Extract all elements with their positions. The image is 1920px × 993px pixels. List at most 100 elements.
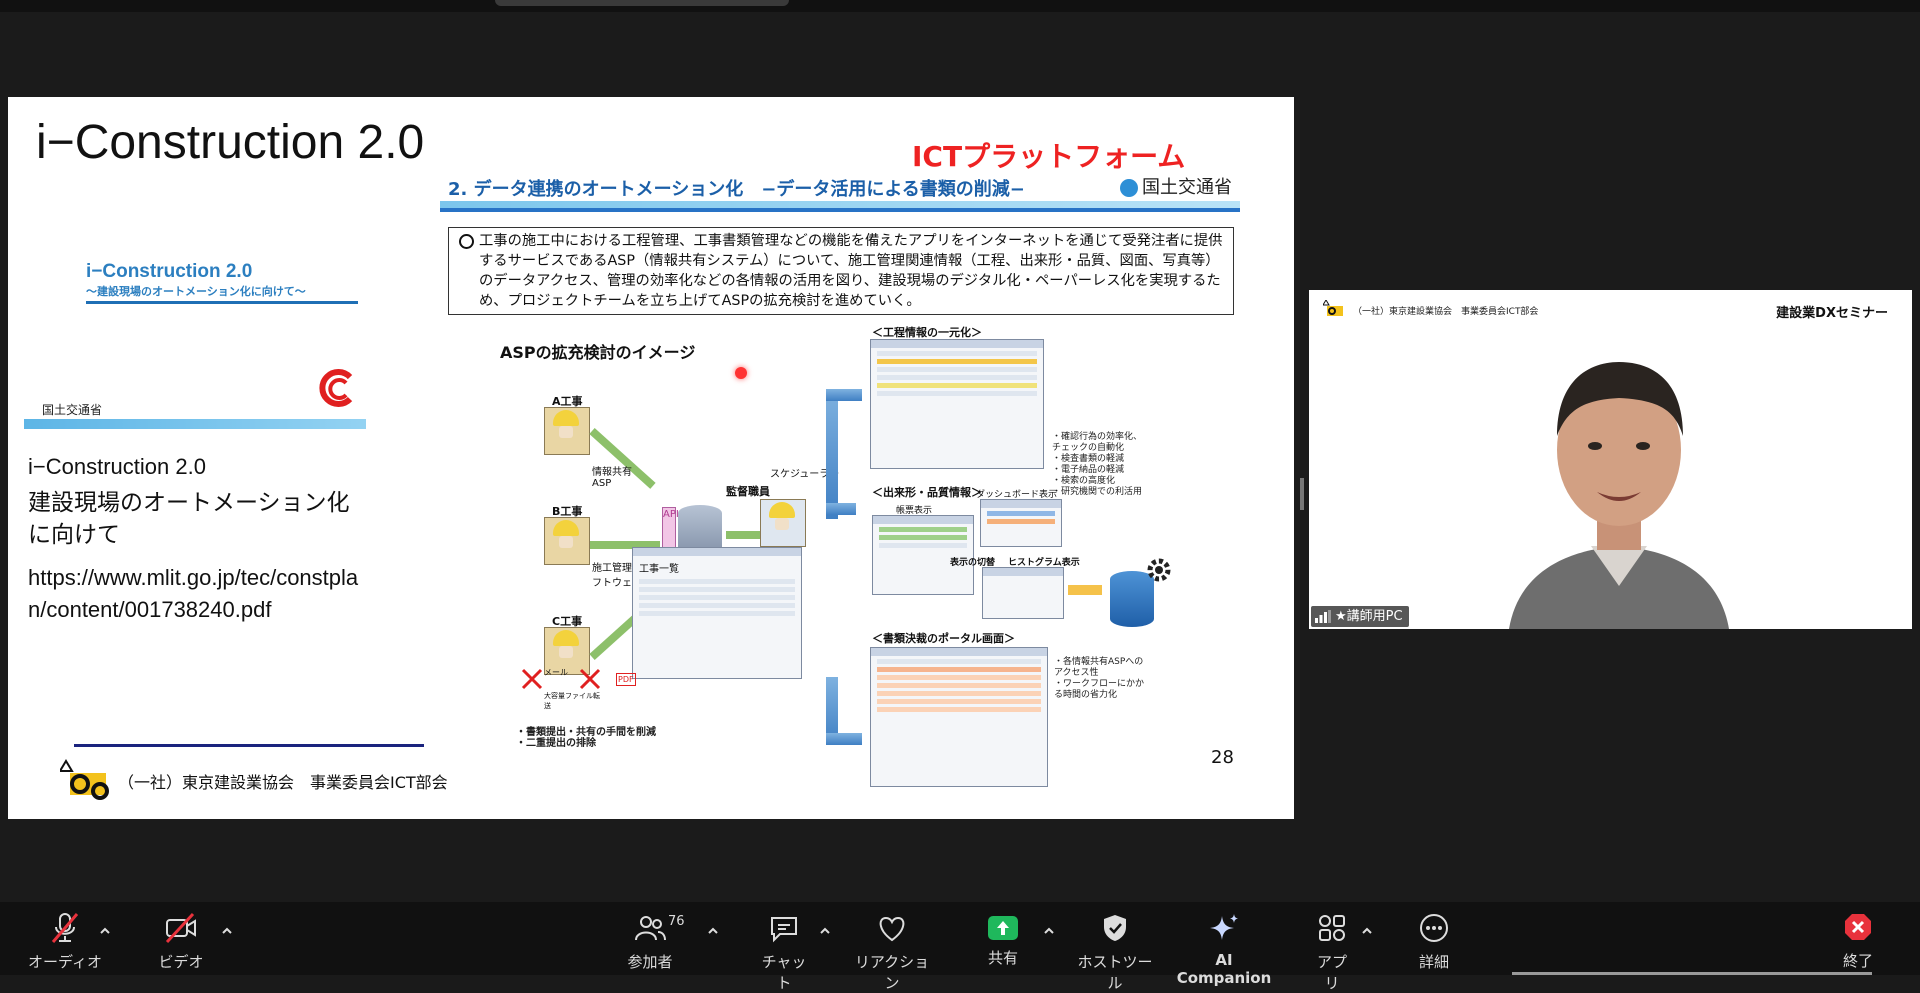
arrow-to-process <box>826 389 862 401</box>
process-label: ＜工程情報の一元化＞ <box>872 326 982 339</box>
mail-label: メール <box>544 668 568 677</box>
worker-b-icon <box>544 517 590 565</box>
flow-arrow-supervisor <box>726 531 762 539</box>
pdf-icon: PDF <box>616 673 636 686</box>
dashboard-screen <box>980 499 1062 547</box>
embedded-ministry: 国土交通省 <box>1120 173 1232 199</box>
sparkle-icon <box>1210 914 1238 940</box>
apps-icon <box>1319 915 1345 941</box>
document-subtitle: 建設現場のオートメーション化に向けて <box>28 490 350 548</box>
apps-label: アプリ <box>1316 953 1347 992</box>
end-meeting-button[interactable]: 終了 <box>1838 912 1878 971</box>
speaker-silhouette <box>1509 362 1729 629</box>
embedded-slide: ICTプラットフォーム 2. データ連携のオートメーション化 −データ活用による… <box>440 127 1250 807</box>
ict-platform-title: ICTプラットフォーム <box>912 140 1186 173</box>
info-text: 工事の施工中における工程管理、工事書類管理などの機能を備えたアプリをインターネッ… <box>479 233 1223 309</box>
participant-name: ★講師用PC <box>1335 609 1403 624</box>
participant-name-tag: ★講師用PC <box>1311 606 1409 627</box>
shield-icon <box>1104 915 1126 941</box>
ai-companion-label: AI Companion <box>1176 951 1272 987</box>
process-notes: ・確認行為の効率化、チェックの自動化 ・検査書類の軽減 ・電子納品の軽減 ・検索… <box>1052 432 1143 497</box>
footer-divider <box>74 744 424 747</box>
chat-icon <box>771 917 797 943</box>
video-background-org: （一社）東京建設業協会 事業委員会ICT部会 <box>1353 307 1539 317</box>
cover-title-line1: i−Construction 2.0 <box>86 261 253 282</box>
audio-label: オーディオ <box>28 953 102 971</box>
more-button[interactable]: 詳細 <box>1410 912 1458 972</box>
reactions-button[interactable]: リアクション <box>852 912 932 993</box>
participants-icon <box>635 916 666 941</box>
video-background-title: 建設業DXセミナー <box>1776 306 1888 321</box>
process-screen <box>870 339 1044 469</box>
asp-image-label: ASPの拡充検討のイメージ <box>500 343 696 362</box>
window-top-bar <box>0 0 1920 12</box>
portal-label: ＜書類決裁のポータル画面＞ <box>872 632 1015 645</box>
meeting-toolbar: オーディオ ビデオ 参加者 76 チャット リアクション 共有 ホストツール A… <box>0 902 1920 992</box>
bullet-circle-icon <box>459 234 474 249</box>
host-tools-button[interactable]: ホストツール <box>1072 912 1158 993</box>
quality-label: ＜出来形・品質情報＞ <box>872 486 982 499</box>
arrow-up-process <box>826 389 838 519</box>
histogram-screen <box>982 567 1064 619</box>
host-tools-label: ホストツール <box>1077 953 1153 992</box>
end-meeting-icon <box>1845 914 1871 940</box>
signal-strength-icon <box>1315 610 1331 623</box>
audio-options-chevron-up-icon[interactable] <box>98 924 112 938</box>
reactions-label: リアクション <box>854 953 930 992</box>
work-list-screen: 工事一覧 <box>632 547 802 679</box>
gear-icon <box>1147 558 1171 582</box>
page-number: 28 <box>1211 747 1234 768</box>
portal-screen <box>870 647 1048 787</box>
muted-microphone-icon <box>51 913 79 943</box>
worker-a-icon <box>544 407 590 455</box>
heading-stripe-dark <box>440 208 1240 212</box>
apps-button[interactable]: アプリ <box>1310 912 1354 993</box>
video-button[interactable]: ビデオ <box>146 912 216 972</box>
end-label: 終了 <box>1842 952 1873 970</box>
participants-count: 76 <box>668 914 685 929</box>
heading-stripe <box>440 201 1240 208</box>
portal-notes: ・各情報共有ASPへのアクセス性 ・ワークフローにかかる時間の省力化 <box>1054 657 1145 700</box>
cross-icon <box>521 668 543 690</box>
more-label: 詳細 <box>1418 953 1449 971</box>
embedded-ministry-name: 国土交通省 <box>1142 177 1232 198</box>
work-list-label: 工事一覧 <box>639 564 679 575</box>
participants-label: 参加者 <box>627 953 673 971</box>
share-button[interactable]: 共有 <box>980 912 1026 968</box>
audio-button[interactable]: オーディオ <box>24 912 106 972</box>
arrow-to-quality <box>826 503 856 515</box>
share-label: 共有 <box>987 949 1018 967</box>
share-options-chevron-up-icon[interactable] <box>1042 924 1056 938</box>
ministry-banner: 国土交通省 <box>24 369 366 429</box>
video-options-chevron-up-icon[interactable] <box>220 924 234 938</box>
apps-options-chevron-up-icon[interactable] <box>1360 924 1374 938</box>
heart-icon <box>879 916 905 942</box>
footer-organization: （一社）東京建設業協会 事業委員会ICT部会 <box>118 773 448 792</box>
split-view-handle[interactable] <box>1300 478 1304 510</box>
top-drag-handle[interactable] <box>495 0 789 6</box>
association-small-logo-icon <box>1323 300 1343 316</box>
chat-button[interactable]: チャット <box>756 912 812 993</box>
association-logo-icon <box>60 759 109 800</box>
participant-video-tile[interactable]: （一社）東京建設業協会 事業委員会ICT部会 建設業DXセミナー ★講師用PC <box>1309 290 1912 629</box>
arrow-to-portal <box>826 733 862 745</box>
file-transfer-label: 大容量ファイル転送 <box>544 692 600 710</box>
supervisor-icon <box>760 499 806 547</box>
video-off-icon <box>165 912 196 944</box>
arrow-to-db <box>1068 585 1102 595</box>
deviation-label: 帳票表示 <box>896 506 933 516</box>
laser-pointer-icon <box>735 367 747 379</box>
info-box: 工事の施工中における工程管理、工事書類管理などの機能を備えたアプリをインターネッ… <box>448 227 1234 315</box>
cross-icon-2 <box>579 668 601 690</box>
share-screen-icon <box>988 916 1018 940</box>
shared-slide: i−Construction 2.0 i−Construction 2.0 〜建… <box>8 97 1294 819</box>
more-dots-icon <box>1420 914 1448 942</box>
video-label: ビデオ <box>158 953 204 971</box>
supervisor-label: 監督職員 <box>726 485 770 498</box>
ai-companion-button[interactable]: AI Companion <box>1172 912 1276 987</box>
participants-options-chevron-up-icon[interactable] <box>706 924 720 938</box>
embedded-heading: 2. データ連携のオートメーション化 −データ活用による書類の削減− <box>448 179 1025 200</box>
chat-options-chevron-up-icon[interactable] <box>818 924 832 938</box>
slide-title: i−Construction 2.0 <box>36 116 425 169</box>
i-construction-logo-icon <box>319 369 353 407</box>
